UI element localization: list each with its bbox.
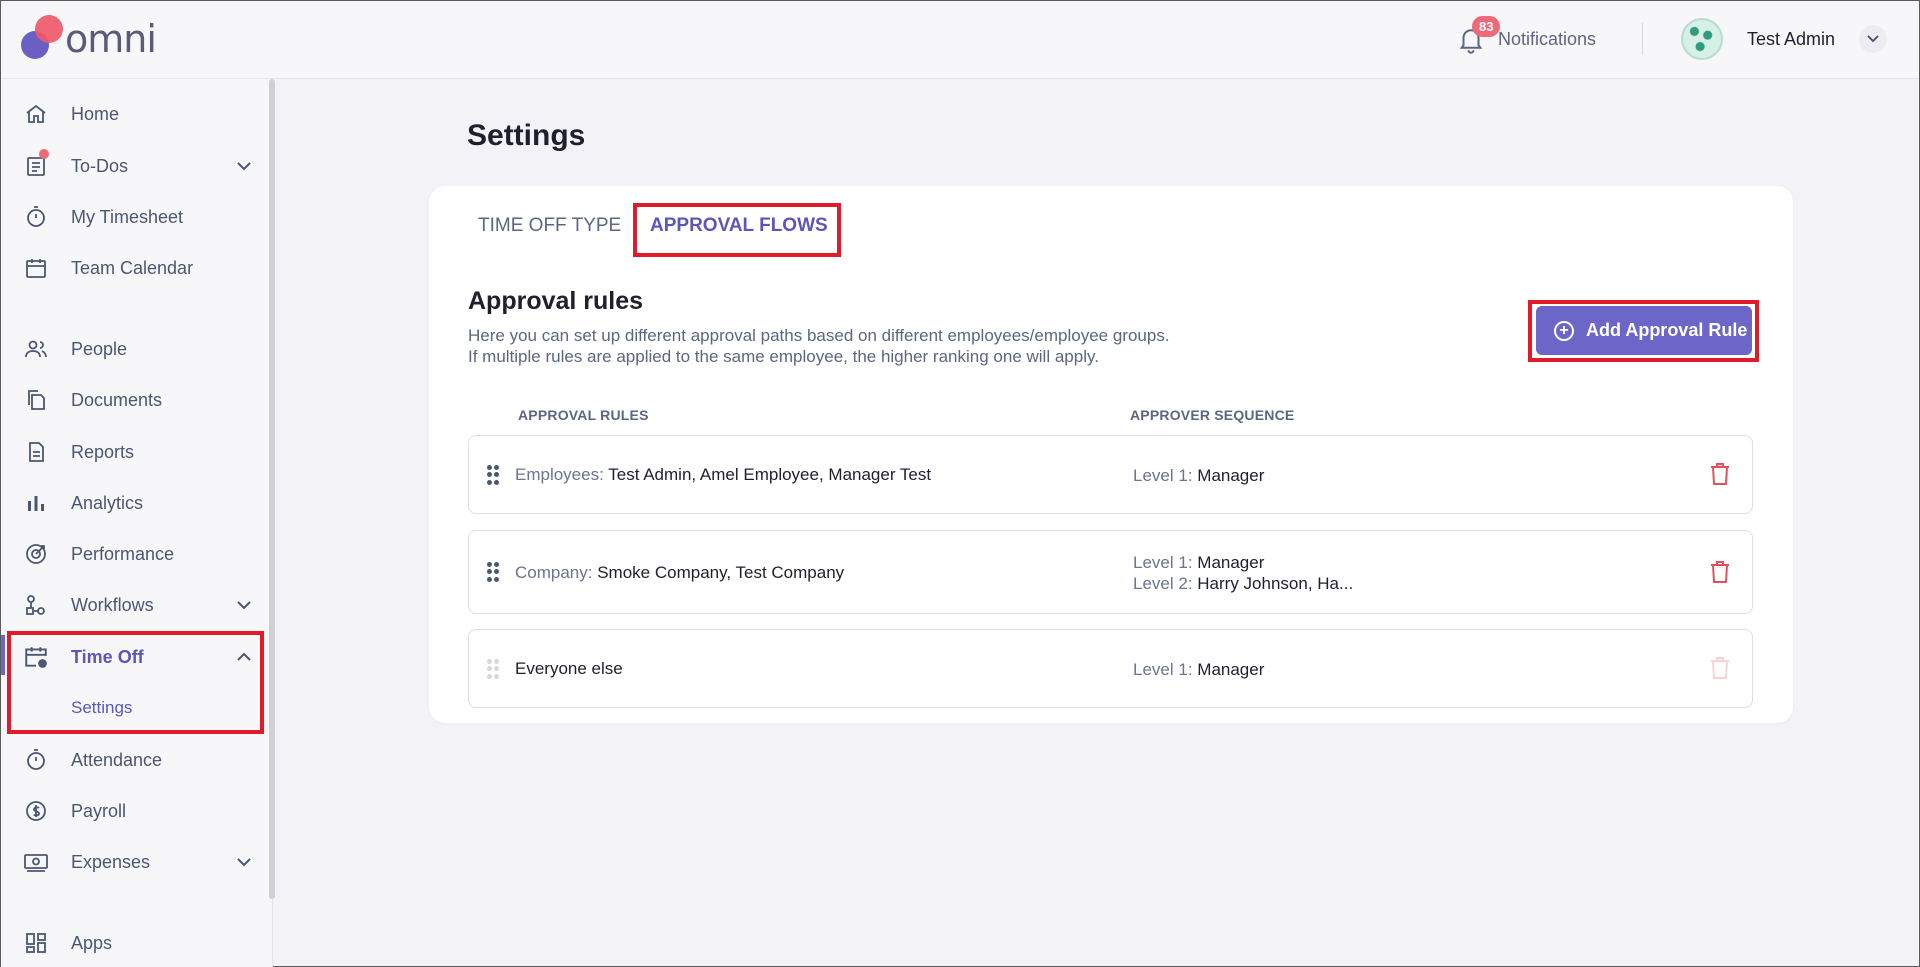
level-key: Level 2: bbox=[1133, 574, 1193, 593]
highlight-box bbox=[7, 631, 264, 734]
tab-time-off-type[interactable]: TIME OFF TYPE bbox=[478, 215, 621, 237]
rule-key: Employees: bbox=[515, 465, 604, 484]
highlight-box bbox=[633, 203, 841, 257]
trash-icon bbox=[1709, 656, 1731, 680]
user-menu[interactable]: Test Admin bbox=[1681, 17, 1888, 61]
approver-sequence: Level 1: Manager bbox=[1133, 659, 1264, 680]
sidebar-item-label: Workflows bbox=[71, 594, 154, 615]
chevron-down-icon bbox=[235, 157, 253, 175]
approver-sequence: Level 1: Manager bbox=[1133, 465, 1264, 486]
level-key: Level 1: bbox=[1133, 553, 1193, 572]
sidebar-item-label: Reports bbox=[71, 441, 135, 462]
target-icon bbox=[23, 541, 49, 567]
sidebar-item-team-calendar[interactable]: Team Calendar bbox=[1, 245, 269, 291]
level-value: Manager bbox=[1197, 466, 1265, 485]
sidebar-item-label: To-Dos bbox=[71, 155, 129, 176]
sidebar-item-analytics[interactable]: Analytics bbox=[1, 480, 269, 526]
level-key: Level 1: bbox=[1133, 660, 1193, 679]
header-divider bbox=[1642, 23, 1643, 55]
drag-handle-icon[interactable] bbox=[487, 465, 499, 485]
rule-description: Employees: Test Admin, Amel Employee, Ma… bbox=[515, 465, 931, 485]
description-line: If multiple rules are applied to the sam… bbox=[468, 347, 1099, 366]
sidebar-item-label: Team Calendar bbox=[71, 257, 194, 278]
rule-key: Company: bbox=[515, 563, 593, 582]
todo-list-icon bbox=[23, 149, 49, 179]
approver-sequence: Level 1: Manager Level 2: Harry Johnson,… bbox=[1133, 552, 1353, 594]
sidebar-item-payroll[interactable]: Payroll bbox=[1, 788, 269, 834]
sidebar-item-todos[interactable]: To-Dos bbox=[1, 143, 269, 189]
sidebar-item-performance[interactable]: Performance bbox=[1, 531, 269, 577]
avatar bbox=[1681, 18, 1723, 60]
sidebar-item-label: People bbox=[71, 338, 128, 359]
logo-text: omni bbox=[65, 17, 157, 61]
rule-value: Everyone else bbox=[515, 659, 623, 678]
notifications-badge: 83 bbox=[1472, 16, 1501, 37]
sidebar-item-label: Documents bbox=[71, 389, 163, 410]
omni-logo[interactable]: omni bbox=[21, 15, 161, 61]
sidebar-item-label: Expenses bbox=[71, 851, 151, 872]
sidebar-item-documents[interactable]: Documents bbox=[1, 377, 269, 423]
sidebar-item-label: Performance bbox=[71, 543, 175, 564]
documents-icon bbox=[23, 387, 49, 413]
sidebar-item-label: Attendance bbox=[71, 749, 163, 770]
rule-description: Everyone else bbox=[515, 659, 623, 679]
sidebar-item-label: Home bbox=[71, 103, 120, 124]
user-name: Test Admin bbox=[1747, 28, 1836, 49]
calendar-icon bbox=[23, 255, 49, 281]
sidebar-item-label: My Timesheet bbox=[71, 206, 184, 227]
sidebar-item-label: Analytics bbox=[71, 492, 144, 513]
level-key: Level 1: bbox=[1133, 466, 1193, 485]
column-header-approver-sequence: APPROVER SEQUENCE bbox=[1130, 407, 1295, 423]
home-icon bbox=[23, 101, 49, 127]
sidebar-item-home[interactable]: Home bbox=[1, 91, 269, 137]
people-icon bbox=[23, 336, 49, 362]
sidebar-item-attendance[interactable]: Attendance bbox=[1, 737, 269, 783]
drag-handle-icon[interactable] bbox=[487, 562, 499, 582]
notifications-button[interactable]: 83 Notifications bbox=[1456, 16, 1597, 59]
level-value: Harry Johnson, Ha... bbox=[1197, 574, 1354, 593]
highlight-box bbox=[1528, 300, 1759, 362]
page-title: Settings bbox=[467, 119, 586, 152]
sidebar-item-label: Payroll bbox=[71, 800, 127, 821]
bell-icon: 83 bbox=[1456, 16, 1501, 54]
sidebar-item-label: Apps bbox=[71, 932, 113, 953]
sidebar-item-people[interactable]: People bbox=[1, 326, 269, 372]
dollar-circle-icon bbox=[23, 798, 49, 824]
apps-grid-icon bbox=[23, 930, 49, 956]
rule-description: Company: Smoke Company, Test Company bbox=[515, 563, 844, 583]
money-icon bbox=[23, 849, 49, 875]
bar-chart-icon bbox=[23, 490, 49, 516]
sidebar-item-apps[interactable]: Apps bbox=[1, 920, 269, 966]
level-value: Manager bbox=[1197, 660, 1265, 679]
table-row[interactable]: Everyone else Level 1: Manager bbox=[468, 629, 1753, 708]
drag-handle-icon bbox=[487, 659, 499, 679]
top-bar: omni 83 Notifications Test Admin bbox=[1, 1, 1919, 79]
sidebar-scrollbar[interactable] bbox=[269, 79, 275, 899]
trash-icon[interactable] bbox=[1709, 462, 1731, 486]
sidebar-item-expenses[interactable]: Expenses bbox=[1, 839, 269, 885]
description-line: Here you can set up different approval p… bbox=[468, 326, 1170, 345]
rule-value: Test Admin, Amel Employee, Manager Test bbox=[608, 465, 932, 484]
stopwatch-icon bbox=[23, 747, 49, 773]
workflow-icon bbox=[23, 592, 49, 618]
report-icon bbox=[23, 439, 49, 465]
trash-icon[interactable] bbox=[1709, 560, 1731, 584]
sidebar-item-my-timesheet[interactable]: My Timesheet bbox=[1, 194, 269, 240]
chevron-down-icon[interactable] bbox=[1859, 25, 1888, 53]
table-row[interactable]: Company: Smoke Company, Test Company Lev… bbox=[468, 530, 1753, 614]
sidebar-item-workflows[interactable]: Workflows bbox=[1, 582, 269, 628]
table-row[interactable]: Employees: Test Admin, Amel Employee, Ma… bbox=[468, 435, 1753, 514]
section-title: Approval rules bbox=[468, 287, 644, 315]
column-header-approval-rules: APPROVAL RULES bbox=[518, 407, 649, 423]
chevron-down-icon bbox=[235, 596, 253, 614]
stopwatch-icon bbox=[23, 204, 49, 230]
chevron-down-icon bbox=[235, 853, 253, 871]
level-value: Manager bbox=[1197, 553, 1265, 572]
rule-value: Smoke Company, Test Company bbox=[597, 563, 845, 582]
sidebar-item-reports[interactable]: Reports bbox=[1, 429, 269, 475]
notifications-label: Notifications bbox=[1498, 28, 1597, 49]
